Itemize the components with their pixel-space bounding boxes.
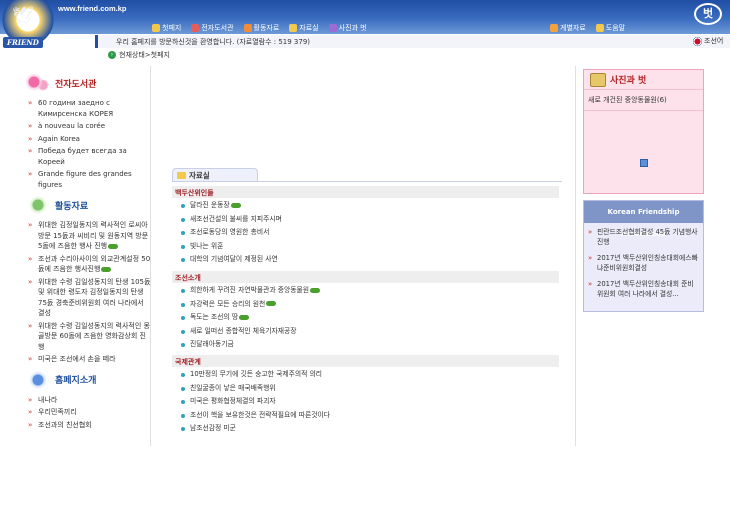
list-item[interactable]: 미국은 평화협정체결의 파괴자 xyxy=(180,395,330,409)
archive-icon xyxy=(289,24,298,32)
list-item[interactable]: 60 години заедно с Кимирсенска КОРЕЯ xyxy=(28,98,152,119)
flag-icon xyxy=(693,36,702,46)
list-item[interactable]: Grande figure des grandes figures xyxy=(28,169,152,190)
activity-icon xyxy=(243,24,252,32)
homepage-section-header[interactable]: 홈페지소개 xyxy=(26,369,152,391)
homepage-section-title: 홈페지소개 xyxy=(55,376,97,386)
list-item[interactable]: 대학의 기념여달이 제정된 사연 xyxy=(180,253,282,267)
nav-item-home[interactable]: 첫페지 xyxy=(152,23,181,33)
photo-frame-icon xyxy=(590,72,606,87)
list-item[interactable]: 위대한 김정일동지의 력사적인 로씨아방문 15돐과 씨비리 및 원동지역 방문… xyxy=(28,220,152,252)
photo-icon xyxy=(328,24,337,32)
kfa-panel: Korean Friendship Association 핀란드조선협회결성 … xyxy=(583,200,704,312)
folder-icon xyxy=(177,171,186,179)
breadcrumb: › 현재상태>첫페지 xyxy=(108,50,170,60)
nav-item-library[interactable]: 전자도서관 xyxy=(191,23,234,33)
list-item[interactable]: 우리민족끼리 xyxy=(28,407,152,418)
nav-item-individual[interactable]: 게별자료 xyxy=(550,23,586,33)
main-nav: 첫페지 전자도서관 활동자료 자료실 사진과 벗 xyxy=(152,23,367,33)
photo-caption[interactable]: 새로 개건된 중앙동물원(6) xyxy=(584,90,703,111)
list-item[interactable]: 달라진 운동장 xyxy=(180,199,282,213)
list-item[interactable]: 자강력은 모든 승리의 원천 xyxy=(180,298,320,312)
site-logo[interactable]: 🕊 FRIEND xyxy=(0,0,58,48)
list-item[interactable]: 조선이 핵을 보유한것은 전략적필요에 따른것이다 xyxy=(180,409,330,423)
photo-panel-header[interactable]: 사진과 벗 xyxy=(584,70,703,90)
list-item[interactable]: 조선로동당의 영원한 총비서 xyxy=(180,226,282,240)
category-heading[interactable]: 국제관계 xyxy=(172,355,559,367)
category-heading[interactable]: 백두산위인들 xyxy=(172,186,559,198)
list-item[interactable]: 새조선건설의 불씨를 지피주시며 xyxy=(180,213,282,227)
welcome-message: 우리 홈페지를 방문하신것을 환영합니다. (자료열람수 : 519 379) xyxy=(116,38,311,46)
list-item[interactable]: 핀란드조선협회결성 45돐 기념행사 진행 xyxy=(588,227,699,247)
new-badge-icon xyxy=(239,314,250,320)
list-item[interactable]: 10만정의 무기에 깃든 숭고한 국제주의적 의리 xyxy=(180,368,330,382)
library-section-header[interactable]: 전자도서관 xyxy=(26,72,152,94)
list-item[interactable]: 진달래아동기금 xyxy=(180,338,320,352)
logo-text: FRIEND xyxy=(3,37,43,48)
location-icon: › xyxy=(108,51,116,59)
library-section-title: 전자도서관 xyxy=(55,79,97,90)
activity-section-title: 활동자료 xyxy=(55,201,89,212)
list-item[interactable]: 친일굴종이 낳은 매국배족행위 xyxy=(180,382,330,396)
library-icon xyxy=(191,24,200,32)
list-item[interactable]: 빛나는 위훈 xyxy=(180,240,282,254)
list-item[interactable]: 남조선감정 미군 xyxy=(180,422,330,436)
list-item[interactable]: 미국은 조선에서 손을 떼라 xyxy=(28,354,152,365)
new-badge-icon xyxy=(266,301,277,306)
list-item[interactable]: 조선과 수리아사이의 외교관계설정 50돐에 즈음한 행사진행 xyxy=(28,254,152,275)
nav-item-help[interactable]: 도움말 xyxy=(595,23,625,33)
list-item[interactable]: 새로 일떠선 종합적인 체육기자재공장 xyxy=(180,325,320,339)
help-icon xyxy=(595,24,604,32)
activity-icon xyxy=(26,196,50,214)
list-item[interactable]: 내나라 xyxy=(28,395,152,406)
archive-list-korea: 희한하게 꾸려진 자연박물관과 중앙동물원 자강력은 모든 승리의 원천 독도는… xyxy=(180,284,321,352)
archive-list-international: 10만정의 무기에 깃든 숭고한 국제주의적 의리 친일굴종이 낳은 매국배족행… xyxy=(180,368,330,436)
flower-icon xyxy=(26,74,50,92)
new-badge-icon xyxy=(230,202,241,208)
list-item[interactable]: 위대한 수령 김일성동지의 탄생 105돐 및 위대한 령도자 김정일동지의 탄… xyxy=(28,277,152,319)
language-selector[interactable]: 조선어 xyxy=(693,36,723,46)
photo-panel: 사진과 벗 새로 개건된 중앙동물원(6) xyxy=(583,69,704,194)
nav-item-archive[interactable]: 자료실 xyxy=(289,23,319,33)
home-icon xyxy=(152,24,160,32)
dove-icon: 🕊 xyxy=(12,6,34,26)
list-item[interactable]: 2017년 백두산위인칭송대회에스빠냐준비위원회결성 xyxy=(588,253,699,273)
list-item[interactable]: Again Korea xyxy=(28,134,152,145)
kfa-list: 핀란드조선협회결성 45돐 기념행사 진행 2017년 백두산위인칭송대회에스빠… xyxy=(584,223,703,299)
list-item[interactable]: 조선과의 친선협회 xyxy=(28,420,152,431)
list-item[interactable]: 2017년 백두산위인칭송대회 준비위원회 여러 나라에서 결성... xyxy=(588,279,699,299)
broken-image-icon[interactable] xyxy=(640,159,648,167)
activity-list: 위대한 김정일동지의 력사적인 로씨아방문 15돐과 씨비리 및 원동지역 방문… xyxy=(28,220,152,365)
list-item[interactable]: Победа будет всегда за Кореей xyxy=(28,146,152,167)
new-badge-icon xyxy=(101,266,112,272)
site-header: www.friend.com.kp 첫페지 전자도서관 활동자료 자료실 사진과… xyxy=(0,0,730,34)
globe-icon xyxy=(26,370,50,389)
right-column-divider xyxy=(575,66,576,446)
tab-underline xyxy=(172,181,562,182)
list-item[interactable]: 위대한 수령 김일성동지의 력사적인 몽골방문 60돐에 즈음한 영화감상회 진… xyxy=(28,321,152,353)
list-item[interactable]: à nouveau la corée xyxy=(28,121,152,132)
info-bar: 우리 홈페지를 방문하신것을 환영합니다. (자료열람수 : 519 379) … xyxy=(95,35,730,48)
new-badge-icon xyxy=(108,243,119,249)
category-heading[interactable]: 조선소개 xyxy=(172,271,559,283)
nav-item-photo[interactable]: 사진과 벗 xyxy=(328,23,367,33)
activity-section-header[interactable]: 활동자료 xyxy=(26,194,152,216)
site-url: www.friend.com.kp xyxy=(58,4,127,13)
library-list: 60 години заедно с Кимирсенска КОРЕЯ à n… xyxy=(28,98,152,190)
new-badge-icon xyxy=(310,287,321,293)
homepage-list: 내나라 우리민족끼리 조선과의 친선협회 xyxy=(28,395,152,431)
list-item[interactable]: 독도는 조선의 땅 xyxy=(180,311,320,325)
left-sidebar: 전자도서관 60 години заедно с Кимирсенска КОР… xyxy=(18,72,152,432)
list-item[interactable]: 희한하게 꾸려진 자연박물관과 중앙동물원 xyxy=(180,284,321,298)
tab-archive[interactable]: 자료실 xyxy=(172,168,258,181)
site-seal-logo[interactable]: 벗 xyxy=(694,3,722,25)
archive-list-leaders: 달라진 운동장 새조선건설의 불씨를 지피주시며 조선로동당의 영원한 총비서 … xyxy=(180,199,282,267)
kfa-panel-title[interactable]: Korean Friendship Association xyxy=(584,201,703,238)
nav-item-activity[interactable]: 활동자료 xyxy=(243,23,279,33)
secondary-nav: 게별자료 도움말 xyxy=(550,23,625,33)
folder-icon xyxy=(550,24,558,32)
